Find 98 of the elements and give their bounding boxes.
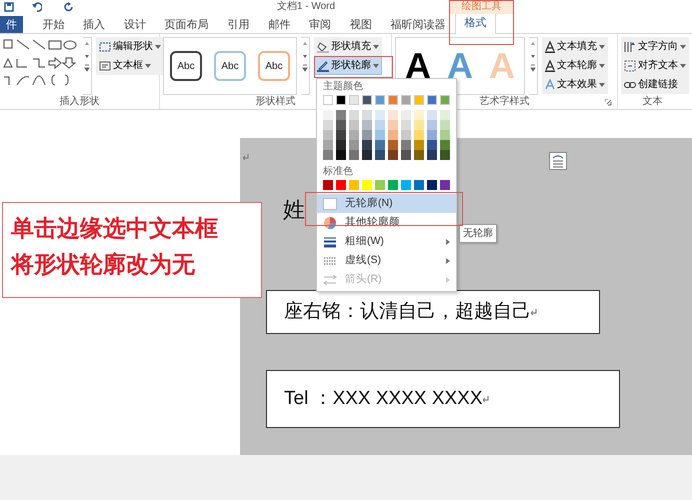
document-text: 姓 bbox=[283, 198, 305, 222]
ribbon-tab[interactable]: 插入 bbox=[74, 16, 115, 33]
color-swatch[interactable] bbox=[375, 180, 385, 190]
caret-icon bbox=[373, 44, 379, 48]
redo-icon[interactable] bbox=[64, 2, 74, 12]
align-text-icon bbox=[624, 60, 636, 72]
letter-a-icon bbox=[545, 40, 555, 52]
caret-icon bbox=[155, 44, 161, 48]
caret-icon bbox=[680, 44, 686, 48]
color-shades[interactable] bbox=[388, 110, 398, 160]
dialog-launcher-icon[interactable] bbox=[605, 98, 612, 106]
caret-icon bbox=[373, 64, 379, 68]
dropdown-button[interactable]: 形状轮廓 bbox=[314, 56, 382, 75]
color-shades[interactable] bbox=[375, 110, 385, 160]
undo-icon[interactable] bbox=[32, 2, 42, 12]
tooltip: 无轮廓 bbox=[459, 224, 497, 243]
dropdown-button[interactable]: 编辑形状 bbox=[96, 37, 164, 56]
menu-heading: 主题颜色 bbox=[322, 80, 364, 94]
caret-icon bbox=[599, 64, 605, 68]
dropdown-button[interactable]: 文本填充 bbox=[542, 37, 608, 56]
submenu-arrow-icon bbox=[446, 258, 450, 264]
color-swatch[interactable] bbox=[388, 180, 398, 190]
caret-icon bbox=[599, 44, 605, 48]
color-shades[interactable] bbox=[362, 110, 372, 160]
return-mark-icon bbox=[482, 396, 489, 402]
arrows-icon bbox=[323, 274, 337, 286]
ribbon-tab[interactable]: 邮件 bbox=[258, 16, 300, 33]
caret-icon bbox=[680, 64, 686, 68]
dropdown-button[interactable]: 文本框 bbox=[96, 56, 164, 75]
ribbon-tab[interactable]: 开始 bbox=[33, 16, 74, 33]
return-mark-icon bbox=[531, 309, 537, 315]
dropdown-button[interactable]: 文本效果 bbox=[542, 75, 608, 94]
dashes-icon bbox=[323, 254, 337, 266]
color-shades[interactable] bbox=[349, 110, 359, 160]
contextual-tab-label: 绘图工具 bbox=[450, 0, 513, 14]
ribbon-command[interactable]: 创建链接 bbox=[621, 75, 689, 94]
return-mark-icon bbox=[243, 154, 249, 160]
group-label: 插入形状 bbox=[60, 95, 100, 109]
highlight-frame bbox=[449, 0, 514, 45]
line-weight-icon bbox=[323, 236, 337, 248]
window-title: 文档1 - Word bbox=[276, 0, 336, 13]
color-shades[interactable] bbox=[323, 110, 333, 160]
color-swatch[interactable] bbox=[414, 180, 424, 190]
gallery-more-icon[interactable] bbox=[529, 62, 537, 74]
ribbon-tab[interactable]: 页面布局 bbox=[155, 16, 218, 33]
color-shades[interactable] bbox=[440, 110, 450, 160]
ribbon-command[interactable]: 对齐文本 bbox=[621, 56, 689, 75]
caret-icon bbox=[599, 82, 605, 86]
submenu-arrow-icon bbox=[446, 238, 450, 244]
group-label: 文本 bbox=[642, 95, 662, 109]
style-sample[interactable]: Abc bbox=[170, 51, 202, 81]
gallery-more-icon[interactable] bbox=[83, 62, 91, 74]
dropdown-button[interactable]: 形状填充 bbox=[314, 37, 382, 56]
ribbon-tab[interactable]: 福昕阅读器 bbox=[381, 16, 456, 33]
color-swatch[interactable] bbox=[336, 180, 346, 190]
color-shades[interactable] bbox=[427, 110, 437, 160]
color-swatch[interactable] bbox=[323, 180, 333, 190]
text-box-icon bbox=[99, 60, 111, 70]
wordart-sample[interactable]: A bbox=[399, 46, 437, 86]
group-label: 形状样式 bbox=[256, 95, 296, 109]
group-label: 艺术字样式 bbox=[480, 95, 530, 109]
color-shades[interactable] bbox=[336, 110, 346, 160]
pen-icon bbox=[317, 60, 329, 72]
ribbon-tab[interactable]: 格式 bbox=[455, 12, 496, 34]
text-direction-icon bbox=[624, 40, 636, 52]
ribbon-tab[interactable]: 设计 bbox=[114, 16, 156, 33]
style-sample[interactable]: Abc bbox=[258, 51, 290, 81]
caret-icon bbox=[145, 64, 151, 68]
color-swatch[interactable] bbox=[440, 180, 450, 190]
color-swatch[interactable] bbox=[401, 180, 411, 190]
ribbon-tab[interactable]: 视图 bbox=[340, 16, 382, 33]
submenu-arrow-icon bbox=[446, 276, 450, 282]
fill-bucket-icon bbox=[317, 40, 329, 52]
menu-item[interactable]: 无轮廓(N) bbox=[317, 194, 456, 213]
color-wheel-icon bbox=[323, 216, 337, 228]
ribbon-tab[interactable]: 审阅 bbox=[300, 16, 340, 33]
callout-text: 单击边缘选中文本框 bbox=[11, 214, 219, 243]
letter-a-icon bbox=[545, 78, 555, 90]
ribbon-tab[interactable]: 引用 bbox=[218, 16, 259, 33]
layout-options-icon[interactable] bbox=[549, 152, 567, 170]
menu-item[interactable]: 虚线(S) bbox=[317, 251, 456, 270]
callout-text: 将形状轮廓改为无 bbox=[11, 250, 196, 279]
document-text: Tel ：XXX XXXX XXXX bbox=[284, 386, 483, 411]
dropdown-button[interactable]: 文本轮廓 bbox=[542, 56, 608, 75]
color-swatch[interactable] bbox=[427, 180, 437, 190]
color-shades[interactable] bbox=[401, 110, 411, 160]
save-icon[interactable] bbox=[4, 2, 14, 12]
gallery-more-icon[interactable] bbox=[301, 62, 309, 74]
file-tab[interactable]: 件 bbox=[0, 16, 23, 33]
edit-shape-icon bbox=[99, 42, 111, 52]
ribbon-command[interactable]: 文字方向 bbox=[621, 37, 689, 56]
empty-swatch-icon bbox=[323, 198, 337, 210]
style-sample[interactable]: Abc bbox=[214, 51, 246, 81]
color-shades[interactable] bbox=[414, 110, 424, 160]
menu-item[interactable]: 粗细(W) bbox=[317, 232, 456, 251]
document-text: 座右铭：认清自己，超越自己 bbox=[284, 300, 531, 324]
menu-heading: 标准色 bbox=[322, 164, 354, 179]
letter-a-icon bbox=[545, 60, 555, 72]
